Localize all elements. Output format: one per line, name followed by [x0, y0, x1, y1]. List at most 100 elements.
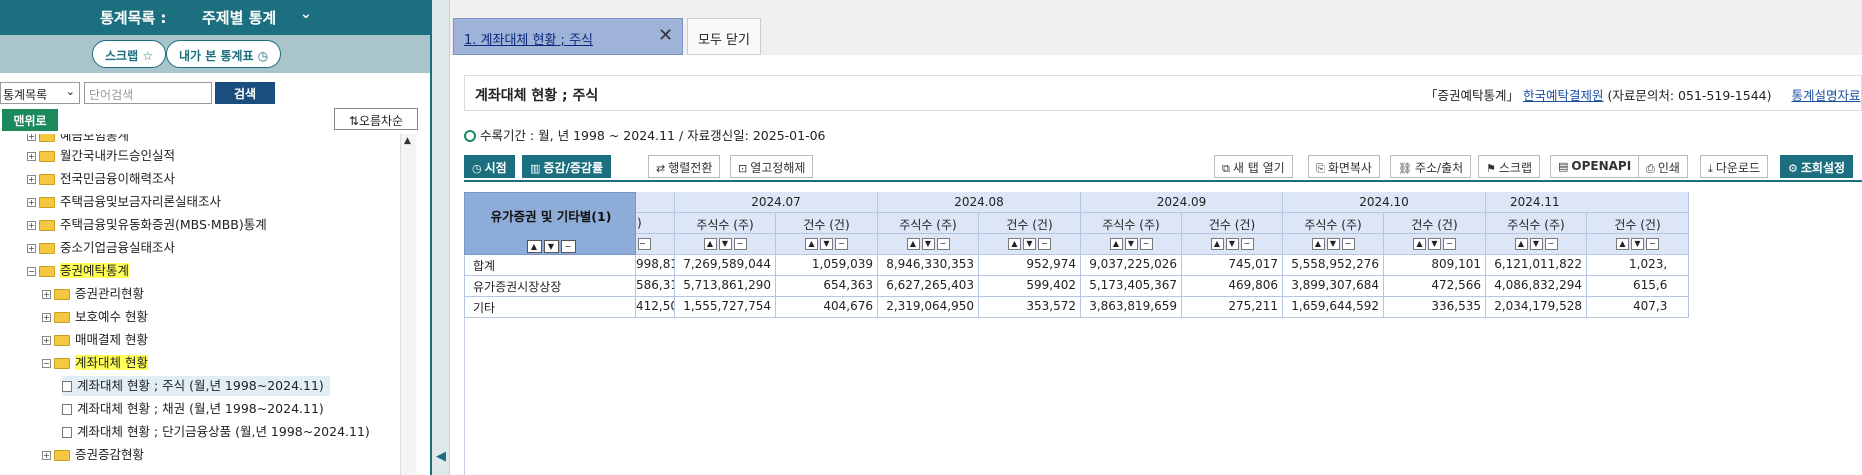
- filter-icon[interactable]: −: [1646, 237, 1659, 250]
- tree-item[interactable]: + 보호예수 현황: [42, 307, 148, 327]
- sort-down-icon[interactable]: ▼: [1631, 237, 1644, 250]
- expand-icon[interactable]: +: [42, 451, 51, 460]
- tree-item[interactable]: + 주택금융및유동화증권(MBS·MBB)통계: [27, 215, 267, 235]
- expand-icon[interactable]: +: [27, 175, 36, 184]
- sort-down-icon[interactable]: ▼: [1529, 237, 1543, 250]
- tree-item[interactable]: + 월간국내카드승인실적: [27, 146, 175, 166]
- expand-icon[interactable]: +: [27, 152, 36, 161]
- expand-icon[interactable]: +: [27, 134, 36, 141]
- sort-up-icon[interactable]: ▲: [1616, 237, 1629, 250]
- scrap-toolbar-button[interactable]: ⚑ 스크랩: [1478, 155, 1540, 178]
- tree-item[interactable]: + 증권관리현황: [42, 284, 144, 304]
- tree-item-expanded[interactable]: − 증권예탁통계: [27, 261, 130, 281]
- sort-down-icon[interactable]: ▼: [1225, 237, 1239, 250]
- tree-item[interactable]: + 주택금융및보금자리론실태조사: [27, 192, 221, 212]
- tree-item[interactable]: + 중소기업금융실태조사: [27, 238, 175, 258]
- tree-item-expanded[interactable]: − 계좌대체 현황: [42, 353, 148, 373]
- expand-icon[interactable]: +: [27, 244, 36, 253]
- left-panel: 통계목록 : 주제별 통계 ⌄ 스크랩 ☆ 내가 본 통계표 ◷ 통계목록 ⌄ …: [0, 0, 432, 475]
- sort-down-icon[interactable]: ▼: [1326, 237, 1340, 250]
- folder-icon: [54, 289, 70, 300]
- transpose-button[interactable]: ⇄ 행렬전환: [648, 155, 721, 178]
- tab-account-transfer-stock[interactable]: 1. 계좌대체 현황 ; 주식 ✕: [453, 18, 683, 55]
- source-org-link[interactable]: 한국예탁결제원: [1523, 88, 1604, 103]
- expand-icon[interactable]: +: [42, 336, 51, 345]
- download-button[interactable]: ⤓ 다운로드: [1700, 155, 1769, 178]
- filter-icon[interactable]: −: [638, 237, 651, 250]
- openapi-button[interactable]: ▤ OPENAPI: [1550, 155, 1640, 178]
- filter-icon[interactable]: −: [1139, 237, 1153, 250]
- filter-icon[interactable]: −: [936, 237, 950, 250]
- stat-guide-link[interactable]: 통계설명자료: [1791, 88, 1860, 103]
- expand-icon[interactable]: +: [42, 290, 51, 299]
- sort-down-icon[interactable]: ▼: [921, 237, 935, 250]
- period-button[interactable]: ◷ 시점: [464, 155, 515, 178]
- sort-up-icon[interactable]: ▲: [906, 237, 920, 250]
- chevron-down-icon[interactable]: ⌄: [300, 6, 312, 22]
- folder-icon: [54, 312, 70, 323]
- header-title[interactable]: 주제별 통계: [202, 7, 276, 28]
- new-tab-button[interactable]: ⧉ 새 탭 열기: [1214, 155, 1293, 178]
- expand-icon[interactable]: +: [27, 221, 36, 230]
- filter-icon[interactable]: −: [1038, 237, 1051, 250]
- scrap-button[interactable]: 스크랩 ☆: [92, 40, 167, 68]
- tree-item[interactable]: + 예금보험통계: [27, 134, 129, 146]
- transpose-icon: ⇄: [656, 162, 666, 175]
- tree-item[interactable]: + 증권증감현황: [42, 445, 144, 465]
- scroll-up-icon[interactable]: ▲: [404, 136, 411, 146]
- filter-icon[interactable]: −: [560, 240, 576, 253]
- filter-icon[interactable]: −: [1240, 237, 1254, 250]
- sort-up-icon[interactable]: ▲: [1514, 237, 1528, 250]
- tree-scrollbar[interactable]: ▲: [400, 134, 416, 475]
- sort-up-icon[interactable]: ▲: [526, 240, 542, 253]
- sort-down-icon[interactable]: ▼: [543, 240, 559, 253]
- sort-up-icon[interactable]: ▲: [1210, 237, 1224, 250]
- sort-ascending-button[interactable]: ⇅오름차순: [334, 108, 418, 130]
- sort-up-icon[interactable]: ▲: [1413, 237, 1426, 250]
- my-tables-button[interactable]: 내가 본 통계표 ◷: [166, 40, 282, 68]
- document-icon: [62, 427, 72, 438]
- column-controls: ▲ ▼ −: [675, 234, 776, 255]
- query-settings-button[interactable]: ⚙ 조회설정: [1780, 155, 1854, 178]
- tree-item[interactable]: + 매매결제 현황: [42, 330, 148, 350]
- sort-up-icon[interactable]: ▲: [1109, 237, 1123, 250]
- sort-down-icon[interactable]: ▼: [718, 237, 732, 250]
- print-button[interactable]: ⎙ 인쇄: [1638, 155, 1688, 178]
- table-cell: 412,507: [636, 297, 675, 318]
- filter-icon[interactable]: −: [1443, 237, 1456, 250]
- collapse-left-icon[interactable]: ◀: [436, 449, 446, 464]
- close-all-tabs-button[interactable]: 모두 닫기: [687, 18, 761, 55]
- tree-leaf[interactable]: 계좌대체 현황 ; 단기금융상품 (월,년 1998~2024.11): [62, 422, 370, 442]
- change-rate-button[interactable]: ▥ 증감/증감률: [522, 155, 611, 178]
- close-icon[interactable]: ✕: [658, 25, 673, 46]
- tree-leaf-selected[interactable]: 계좌대체 현황 ; 주식 (월,년 1998~2024.11): [62, 376, 330, 396]
- sort-down-icon[interactable]: ▼: [820, 237, 833, 250]
- search-scope-select[interactable]: 통계목록 ⌄: [0, 82, 80, 104]
- sort-up-icon[interactable]: ▲: [1311, 237, 1325, 250]
- filter-icon[interactable]: −: [1341, 237, 1355, 250]
- sort-down-icon[interactable]: ▼: [1023, 237, 1036, 250]
- sort-up-icon[interactable]: ▲: [703, 237, 717, 250]
- tree-leaf[interactable]: 계좌대체 현황 ; 채권 (월,년 1998~2024.11): [62, 399, 324, 419]
- expand-icon[interactable]: +: [27, 198, 36, 207]
- sort-down-icon[interactable]: ▼: [1124, 237, 1138, 250]
- search-button[interactable]: 검색: [215, 82, 275, 104]
- tree-item-label: 계좌대체 현황: [75, 355, 148, 370]
- address-source-button[interactable]: ⛓ 주소/출처: [1390, 155, 1472, 178]
- scroll-top-button[interactable]: 맨위로: [2, 109, 58, 131]
- panel-divider[interactable]: ◀: [432, 0, 450, 475]
- screen-copy-button[interactable]: ⎘ 화면복사: [1308, 155, 1380, 178]
- unfreeze-columns-button[interactable]: ⊡ 열고정해제: [730, 155, 814, 178]
- expand-icon[interactable]: +: [42, 313, 51, 322]
- collapse-icon[interactable]: −: [27, 267, 36, 276]
- filter-icon[interactable]: −: [733, 237, 747, 250]
- tree-item[interactable]: + 전국민금융이해력조사: [27, 169, 175, 189]
- search-input[interactable]: 단어검색: [84, 82, 212, 104]
- tree-item-label: 증권증감현황: [75, 447, 145, 462]
- sort-up-icon[interactable]: ▲: [1008, 237, 1021, 250]
- filter-icon[interactable]: −: [835, 237, 848, 250]
- sort-down-icon[interactable]: ▼: [1428, 237, 1441, 250]
- sort-up-icon[interactable]: ▲: [805, 237, 818, 250]
- collapse-icon[interactable]: −: [42, 359, 51, 368]
- filter-icon[interactable]: −: [1544, 237, 1558, 250]
